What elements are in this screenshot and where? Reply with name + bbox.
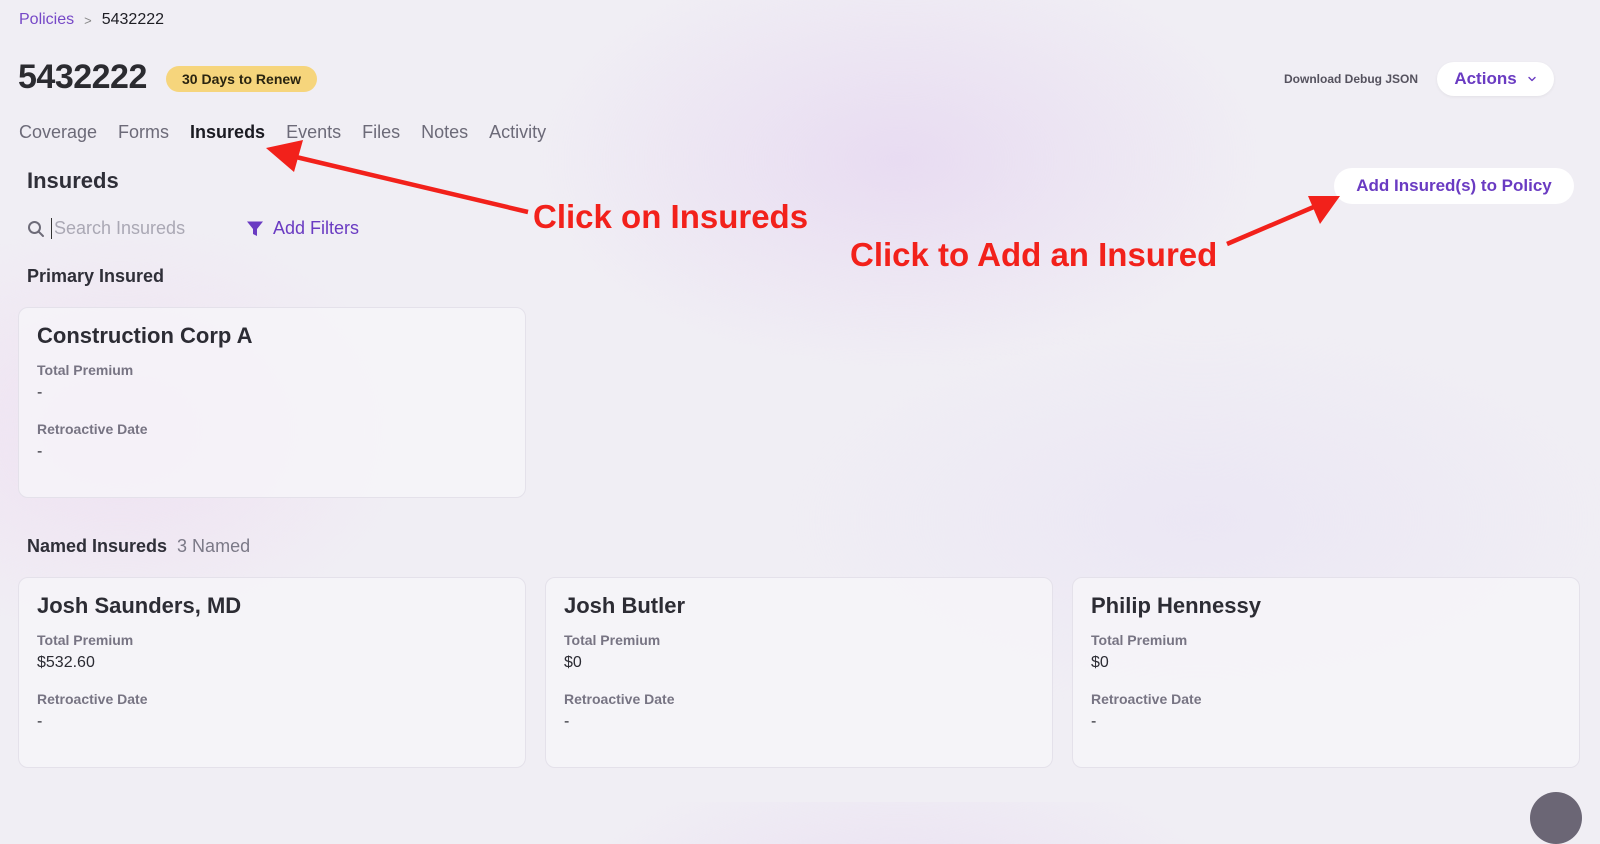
total-premium-label: Total Premium <box>564 632 661 648</box>
insured-name: Josh Saunders, MD <box>37 593 242 618</box>
retroactive-date-label: Retroactive Date <box>37 691 148 707</box>
total-premium-label: Total Premium <box>1091 632 1188 648</box>
total-premium-label: Total Premium <box>37 362 134 378</box>
breadcrumb-current: 5432222 <box>101 11 165 28</box>
retroactive-date-label: Retroactive Date <box>37 421 148 437</box>
total-premium-value: $532.60 <box>37 654 95 671</box>
retroactive-date-label: Retroactive Date <box>564 691 675 707</box>
add-insured-button[interactable]: Add Insured(s) to Policy <box>1334 168 1574 204</box>
actions-dropdown-button[interactable]: Actions <box>1437 62 1554 96</box>
annotation-click-insureds: Click on Insureds <box>533 198 809 235</box>
help-chat-bubble[interactable] <box>1530 792 1582 844</box>
primary-insured-card[interactable]: Construction Corp A Total Premium - Retr… <box>18 307 526 498</box>
primary-insured-heading: Primary Insured <box>27 266 165 286</box>
insured-name: Josh Butler <box>564 593 686 618</box>
total-premium-value: $0 <box>1091 654 1109 671</box>
retroactive-date-value: - <box>37 443 43 460</box>
named-insured-card[interactable]: Philip Hennessy Total Premium $0 Retroac… <box>1072 577 1580 768</box>
total-premium-value: $0 <box>564 654 582 671</box>
add-filters-label: Add Filters <box>273 218 360 238</box>
tab-events[interactable]: Events <box>286 122 341 143</box>
breadcrumb-policies-link[interactable]: Policies <box>19 11 74 29</box>
search-insureds-input[interactable] <box>51 218 224 239</box>
named-insured-card[interactable]: Josh Saunders, MD Total Premium $532.60 … <box>18 577 526 768</box>
tab-files[interactable]: Files <box>362 122 400 143</box>
arrow-to-insureds-tab <box>266 140 529 215</box>
page-title: 5432222 <box>18 58 147 96</box>
actions-label: Actions <box>1454 69 1517 88</box>
tab-forms[interactable]: Forms <box>118 122 169 143</box>
named-insureds-title: Named Insureds <box>27 536 168 556</box>
named-insureds-heading: Named Insureds 3 Named <box>27 536 250 557</box>
tab-insureds[interactable]: Insureds <box>190 122 265 143</box>
arrow-to-add-insured-button <box>1226 196 1340 247</box>
annotation-click-add-insured: Click to Add an Insured <box>850 236 1218 273</box>
insured-name: Philip Hennessy <box>1091 593 1261 618</box>
retroactive-date-value: - <box>1091 713 1097 730</box>
policy-tabs: Coverage Forms Insureds Events Files Not… <box>19 122 546 143</box>
chevron-down-icon <box>1527 76 1536 82</box>
tab-activity[interactable]: Activity <box>489 122 546 143</box>
named-insured-card[interactable]: Josh Butler Total Premium $0 Retroactive… <box>545 577 1053 768</box>
retroactive-date-value: - <box>37 713 43 730</box>
retroactive-date-label: Retroactive Date <box>1091 691 1202 707</box>
insured-name: Construction Corp A <box>37 323 253 348</box>
insureds-section-title: Insureds <box>27 168 119 193</box>
tab-notes[interactable]: Notes <box>421 122 468 143</box>
breadcrumb: Policies > 5432222 <box>19 11 164 29</box>
download-debug-json-link[interactable]: Download Debug JSON <box>1284 72 1418 86</box>
named-insureds-count: 3 Named <box>177 536 251 556</box>
search-icon <box>28 220 44 237</box>
retroactive-date-value: - <box>564 713 570 730</box>
filter-icon <box>247 221 263 236</box>
add-filters-button[interactable]: Add Filters <box>246 218 359 239</box>
total-premium-value: - <box>37 384 43 401</box>
breadcrumb-separator: > <box>84 12 92 28</box>
total-premium-label: Total Premium <box>37 632 134 648</box>
search-bar <box>27 218 224 239</box>
renewal-status-badge: 30 Days to Renew <box>166 66 318 92</box>
tab-coverage[interactable]: Coverage <box>19 122 97 143</box>
